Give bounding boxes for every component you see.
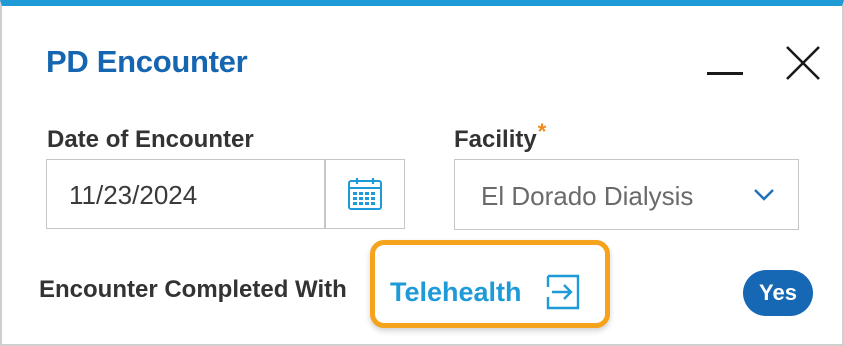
minimize-icon — [707, 72, 743, 75]
chevron-down-icon — [754, 189, 774, 201]
date-of-encounter-label: Date of Encounter — [47, 126, 254, 153]
close-button[interactable] — [784, 44, 822, 82]
facility-selected-value: El Dorado Dialysis — [481, 181, 694, 211]
external-arrow-icon[interactable] — [544, 274, 582, 310]
facility-select[interactable]: El Dorado Dialysis — [454, 159, 799, 230]
close-icon — [786, 46, 820, 80]
date-of-encounter-value[interactable]: 11/23/2024 — [69, 180, 197, 211]
required-marker: * — [537, 119, 547, 144]
date-of-encounter-field[interactable]: 11/23/2024 — [46, 159, 405, 229]
encounter-completed-label: Encounter Completed With — [39, 276, 347, 303]
minimize-button[interactable] — [705, 58, 745, 88]
pd-encounter-dialog: PD Encounter Date of Encounter Facility*… — [0, 0, 844, 346]
telehealth-link-text[interactable]: Telehealth — [390, 277, 522, 308]
calendar-button[interactable] — [326, 160, 404, 228]
dialog-title: PD Encounter — [46, 44, 248, 79]
facility-label: Facility* — [454, 119, 546, 154]
calendar-icon — [348, 178, 382, 210]
telehealth-link[interactable]: Telehealth — [370, 240, 610, 328]
telehealth-yes-toggle[interactable]: Yes — [743, 270, 813, 316]
facility-label-text: Facility — [454, 126, 537, 153]
